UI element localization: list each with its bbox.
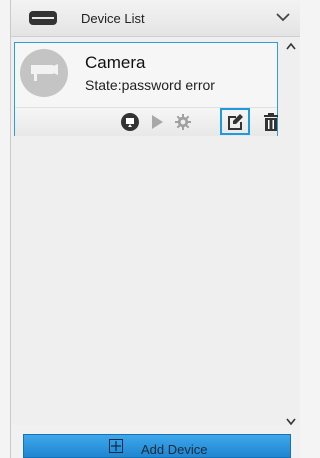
- add-device-label: Add Device: [141, 442, 208, 457]
- device-name: Camera: [85, 53, 146, 72]
- device-state: State:password error: [85, 77, 215, 93]
- device-list-icon: [29, 11, 57, 25]
- scroll-up-icon[interactable]: [286, 42, 296, 50]
- device-list-title: Device List: [81, 11, 145, 26]
- device-list-header[interactable]: Device List: [11, 0, 300, 37]
- camera-icon: [31, 64, 58, 81]
- live-view-icon[interactable]: [119, 112, 141, 132]
- chevron-down-icon[interactable]: [275, 11, 291, 23]
- add-device-button[interactable]: Add Device: [23, 434, 291, 458]
- device-list-panel: Device List Camera State:password error: [10, 0, 300, 458]
- settings-icon[interactable]: [172, 112, 194, 132]
- delete-icon[interactable]: [260, 112, 282, 132]
- device-card[interactable]: Camera State:password error: [14, 42, 278, 136]
- scroll-down-icon[interactable]: [286, 418, 296, 426]
- device-list: Camera State:password error: [11, 37, 300, 425]
- camera-avatar: [20, 49, 68, 97]
- play-icon[interactable]: [146, 112, 168, 132]
- add-icon: [109, 439, 123, 453]
- device-toolbar: [15, 107, 278, 136]
- edit-icon[interactable]: [220, 108, 250, 135]
